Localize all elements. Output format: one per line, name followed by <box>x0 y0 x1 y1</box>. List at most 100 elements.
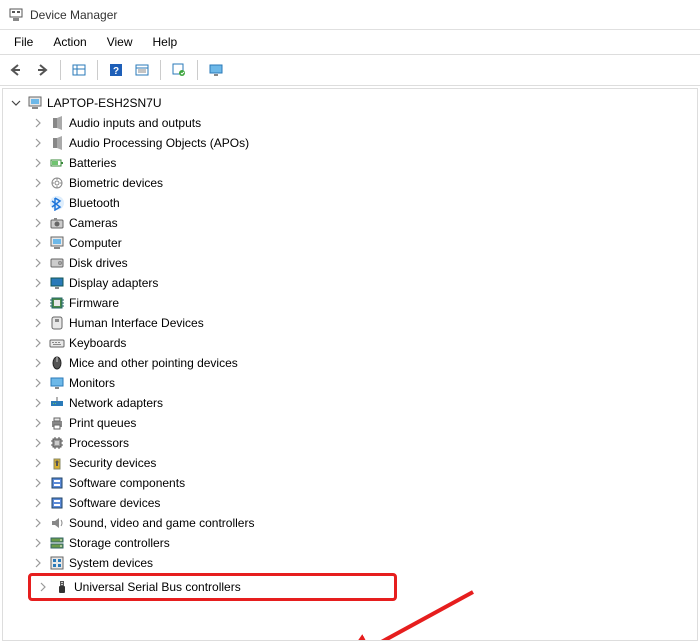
software-icon <box>49 475 65 491</box>
tree-item[interactable]: Human Interface Devices <box>3 313 697 333</box>
tree-item[interactable]: System devices <box>3 553 697 573</box>
tree-item[interactable]: Biometric devices <box>3 173 697 193</box>
nav-forward-button[interactable] <box>30 58 54 82</box>
menu-help[interactable]: Help <box>143 33 188 51</box>
tree-item-label: Human Interface Devices <box>69 316 204 330</box>
chevron-right-icon[interactable] <box>31 416 45 430</box>
show-hidden-button[interactable] <box>67 58 91 82</box>
properties-button[interactable] <box>130 58 154 82</box>
tree-item-label: Universal Serial Bus controllers <box>74 580 241 594</box>
chevron-right-icon[interactable] <box>31 556 45 570</box>
tree-item[interactable]: Software devices <box>3 493 697 513</box>
tree-item-label: Storage controllers <box>69 536 170 550</box>
chevron-right-icon[interactable] <box>31 116 45 130</box>
monitor-device-icon <box>49 375 65 391</box>
tree-item-label: Keyboards <box>69 336 126 350</box>
system-icon <box>49 555 65 571</box>
root-label: LAPTOP-ESH2SN7U <box>47 96 162 110</box>
toolbar-separator <box>197 60 198 80</box>
tree-item[interactable]: Audio Processing Objects (APOs) <box>3 133 697 153</box>
titlebar: Device Manager <box>0 0 700 30</box>
chevron-right-icon[interactable] <box>31 276 45 290</box>
chevron-right-icon[interactable] <box>31 296 45 310</box>
toolbar-separator <box>160 60 161 80</box>
network-icon <box>49 395 65 411</box>
usb-icon <box>54 579 70 595</box>
chevron-right-icon[interactable] <box>36 580 50 594</box>
chevron-right-icon[interactable] <box>31 156 45 170</box>
tree-item[interactable]: Firmware <box>3 293 697 313</box>
chevron-right-icon[interactable] <box>31 476 45 490</box>
tree-item[interactable]: Sound, video and game controllers <box>3 513 697 533</box>
nav-back-button[interactable] <box>4 58 28 82</box>
toolbar: ? <box>0 54 700 86</box>
tree-item[interactable]: Computer <box>3 233 697 253</box>
chevron-right-icon[interactable] <box>31 436 45 450</box>
tree-item[interactable]: Display adapters <box>3 273 697 293</box>
tree-item[interactable]: Bluetooth <box>3 193 697 213</box>
tree-item[interactable]: Software components <box>3 473 697 493</box>
tree-item-label: Network adapters <box>69 396 163 410</box>
chevron-right-icon[interactable] <box>31 536 45 550</box>
tree-item[interactable]: Processors <box>3 433 697 453</box>
display-icon <box>49 275 65 291</box>
tree-item[interactable]: Storage controllers <box>3 533 697 553</box>
tree-item[interactable]: Disk drives <box>3 253 697 273</box>
tree-item[interactable]: Universal Serial Bus controllers <box>33 577 392 597</box>
tree-item-label: Computer <box>69 236 122 250</box>
tree-item[interactable]: Security devices <box>3 453 697 473</box>
chevron-right-icon[interactable] <box>31 496 45 510</box>
chevron-right-icon[interactable] <box>31 216 45 230</box>
chevron-right-icon[interactable] <box>31 136 45 150</box>
chevron-right-icon[interactable] <box>31 316 45 330</box>
computer-icon <box>49 235 65 251</box>
sound-icon <box>49 515 65 531</box>
chevron-right-icon[interactable] <box>31 336 45 350</box>
chevron-right-icon[interactable] <box>31 196 45 210</box>
tree-item-label: Sound, video and game controllers <box>69 516 254 530</box>
software-icon <box>49 495 65 511</box>
tree-item-label: Audio inputs and outputs <box>69 116 201 130</box>
chevron-right-icon[interactable] <box>31 376 45 390</box>
tree-item[interactable]: Audio inputs and outputs <box>3 113 697 133</box>
audio-icon <box>49 135 65 151</box>
security-icon <box>49 455 65 471</box>
scan-hardware-button[interactable] <box>167 58 191 82</box>
chevron-right-icon[interactable] <box>31 396 45 410</box>
chevron-right-icon[interactable] <box>31 516 45 530</box>
tree-root[interactable]: LAPTOP-ESH2SN7U <box>3 93 697 113</box>
menu-file[interactable]: File <box>4 33 43 51</box>
chevron-right-icon[interactable] <box>31 176 45 190</box>
tree-item[interactable]: Monitors <box>3 373 697 393</box>
device-tree: LAPTOP-ESH2SN7U Audio inputs and outputs… <box>2 88 698 641</box>
tree-item[interactable]: Mice and other pointing devices <box>3 353 697 373</box>
tree-item-label: Mice and other pointing devices <box>69 356 238 370</box>
app-icon <box>8 7 24 23</box>
monitor-button[interactable] <box>204 58 228 82</box>
tree-item-label: Software devices <box>69 496 160 510</box>
svg-text:?: ? <box>113 66 119 77</box>
tree-item[interactable]: Batteries <box>3 153 697 173</box>
tree-item-label: Biometric devices <box>69 176 163 190</box>
menu-action[interactable]: Action <box>43 33 96 51</box>
tree-item[interactable]: Cameras <box>3 213 697 233</box>
bluetooth-icon <box>49 195 65 211</box>
cpu-icon <box>49 435 65 451</box>
chevron-right-icon[interactable] <box>31 356 45 370</box>
firmware-icon <box>49 295 65 311</box>
printer-icon <box>49 415 65 431</box>
tree-item-label: Display adapters <box>69 276 158 290</box>
chevron-right-icon[interactable] <box>31 256 45 270</box>
tree-item-label: Processors <box>69 436 129 450</box>
tree-item[interactable]: Network adapters <box>3 393 697 413</box>
tree-item[interactable]: Print queues <box>3 413 697 433</box>
help-button[interactable]: ? <box>104 58 128 82</box>
toolbar-separator <box>60 60 61 80</box>
chevron-right-icon[interactable] <box>31 456 45 470</box>
menu-view[interactable]: View <box>97 33 143 51</box>
tree-item-label: Cameras <box>69 216 118 230</box>
chevron-right-icon[interactable] <box>31 236 45 250</box>
toolbar-separator <box>97 60 98 80</box>
chevron-down-icon[interactable] <box>9 96 23 110</box>
tree-item[interactable]: Keyboards <box>3 333 697 353</box>
